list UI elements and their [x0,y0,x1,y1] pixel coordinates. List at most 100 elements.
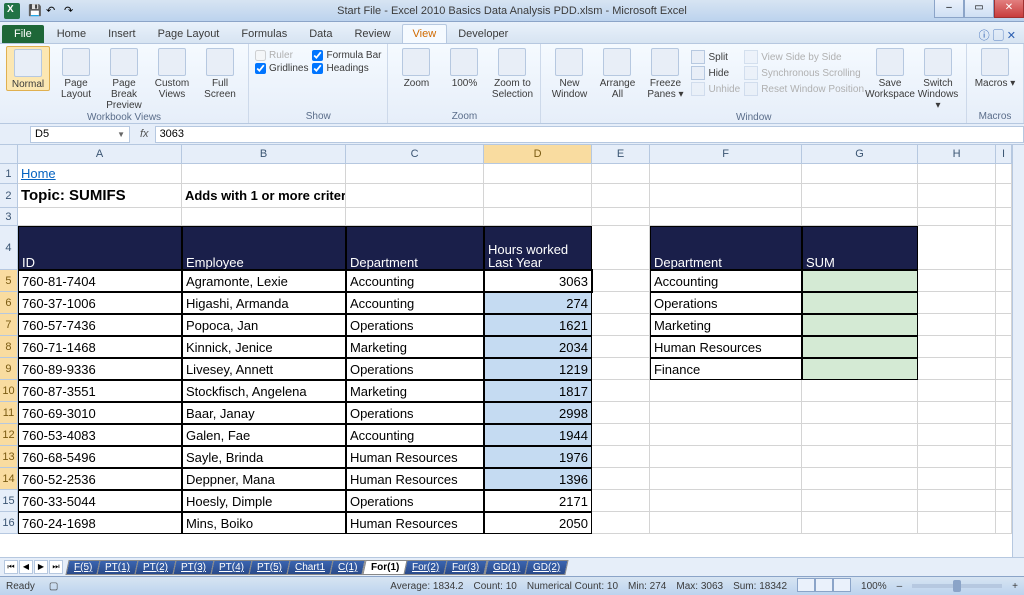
cell-sum[interactable] [802,446,918,468]
cell-id[interactable]: 760-87-3551 [18,380,182,402]
sheet-tab-C(1)[interactable]: C(1) [330,560,367,575]
cell-id[interactable]: 760-89-9336 [18,358,182,380]
cell-summary-dept[interactable] [650,402,802,424]
cell[interactable] [996,292,1012,314]
cell-sum[interactable] [802,314,918,336]
sheet-tab-Chart1[interactable]: Chart1 [287,560,334,575]
sheet-tab-PT(5)[interactable]: PT(5) [249,560,291,575]
restore-button[interactable]: ▭ [964,0,994,18]
cell-hours[interactable]: 1396 [484,468,592,490]
cell-id[interactable]: 760-37-1006 [18,292,182,314]
cell[interactable] [996,490,1012,512]
cell[interactable] [918,336,996,358]
tab-page-layout[interactable]: Page Layout [147,24,231,43]
cell-hours[interactable]: 1817 [484,380,592,402]
help-icon[interactable]: ⓘ ▢ ✕ [979,27,1024,43]
row-13[interactable]: 13 [0,446,18,468]
cell-hours[interactable]: 2998 [484,402,592,424]
cell[interactable] [996,358,1012,380]
cell-employee[interactable]: Hoesly, Dimple [182,490,346,512]
col-A[interactable]: A [18,145,182,164]
cell[interactable] [592,292,650,314]
header-hours[interactable]: Hours worked Last Year [484,226,592,270]
tab-next-icon[interactable]: ▶ [34,560,48,574]
header-employee[interactable]: Employee [182,226,346,270]
switch-windows-button[interactable]: Switch Windows ▾ [916,46,960,111]
tab-insert[interactable]: Insert [97,24,147,43]
zoom-in-button[interactable]: + [1012,581,1018,592]
cell-dept[interactable]: Marketing [346,336,484,358]
cell[interactable] [484,184,592,208]
cell[interactable] [918,380,996,402]
cell[interactable] [996,468,1012,490]
row-11[interactable]: 11 [0,402,18,424]
headings-checkbox[interactable]: Headings [312,63,381,74]
tab-prev-icon[interactable]: ◀ [19,560,33,574]
col-C[interactable]: C [346,145,484,164]
cell[interactable] [592,490,650,512]
cell[interactable] [592,512,650,534]
tab-data[interactable]: Data [298,24,343,43]
cell-id[interactable]: 760-71-1468 [18,336,182,358]
cell-hours[interactable]: 2050 [484,512,592,534]
cell[interactable] [650,208,802,226]
formula-bar-checkbox[interactable]: Formula Bar [312,50,381,61]
cell[interactable] [918,490,996,512]
sheet-tab-GD(1)[interactable]: GD(1) [484,560,528,575]
cell-hours[interactable]: 2171 [484,490,592,512]
tab-formulas[interactable]: Formulas [230,24,298,43]
cell-dept[interactable]: Human Resources [346,468,484,490]
cell-dept[interactable]: Human Resources [346,446,484,468]
cell[interactable] [592,226,650,270]
cell[interactable] [996,424,1012,446]
row-7[interactable]: 7 [0,314,18,336]
cell-grid[interactable]: HomeTopic: SUMIFSAdds with 1 or more cri… [18,164,1012,557]
cell[interactable] [592,402,650,424]
vertical-scrollbar[interactable] [1012,164,1024,557]
cell-sum[interactable] [802,358,918,380]
col-H[interactable]: H [918,145,996,164]
cell-employee[interactable]: Stockfisch, Angelena [182,380,346,402]
tab-view[interactable]: View [402,24,448,43]
cell[interactable] [650,184,802,208]
chevron-down-icon[interactable]: ▼ [117,130,125,139]
redo-icon[interactable]: ↷ [64,4,78,18]
cell[interactable] [346,184,484,208]
cell[interactable] [592,468,650,490]
cell-sum[interactable] [802,512,918,534]
zoom-100-button[interactable]: 100% [442,46,486,89]
header-department[interactable]: Department [346,226,484,270]
cell[interactable] [484,208,592,226]
select-all-button[interactable] [0,145,18,164]
tab-last-icon[interactable]: ⏭ [49,560,63,574]
cell[interactable] [996,208,1012,226]
cell-hours[interactable]: 1621 [484,314,592,336]
zoom-out-button[interactable]: – [897,581,903,592]
row-3[interactable]: 3 [0,208,18,226]
split-button[interactable]: Split [691,50,740,64]
row-8[interactable]: 8 [0,336,18,358]
cell[interactable] [802,164,918,184]
status-macro-icon[interactable]: ▢ [49,581,58,592]
fx-icon[interactable]: fx [140,128,149,140]
cell-summary-dept[interactable] [650,424,802,446]
cell-dept[interactable]: Human Resources [346,512,484,534]
custom-views-button[interactable]: Custom Views [150,46,194,100]
cell-employee[interactable]: Galen, Fae [182,424,346,446]
cell-employee[interactable]: Baar, Janay [182,402,346,424]
cell-hours[interactable]: 1944 [484,424,592,446]
zoom-slider[interactable] [912,584,1002,588]
cell[interactable] [918,402,996,424]
cell-id[interactable]: 760-81-7404 [18,270,182,292]
zoom-button[interactable]: Zoom [394,46,438,89]
cell-hours[interactable]: 1976 [484,446,592,468]
ruler-checkbox[interactable]: Ruler [255,50,308,61]
cell-employee[interactable]: Deppner, Mana [182,468,346,490]
macros-button[interactable]: Macros ▾ [973,46,1017,89]
sheet-tab-PT(4)[interactable]: PT(4) [211,560,253,575]
sheet-tab-PT(3)[interactable]: PT(3) [173,560,215,575]
cell[interactable] [918,292,996,314]
sheet-tab-For(3)[interactable]: For(3) [444,560,488,575]
cell-hours[interactable]: 2034 [484,336,592,358]
cell-hours[interactable]: 3063 [484,270,592,292]
